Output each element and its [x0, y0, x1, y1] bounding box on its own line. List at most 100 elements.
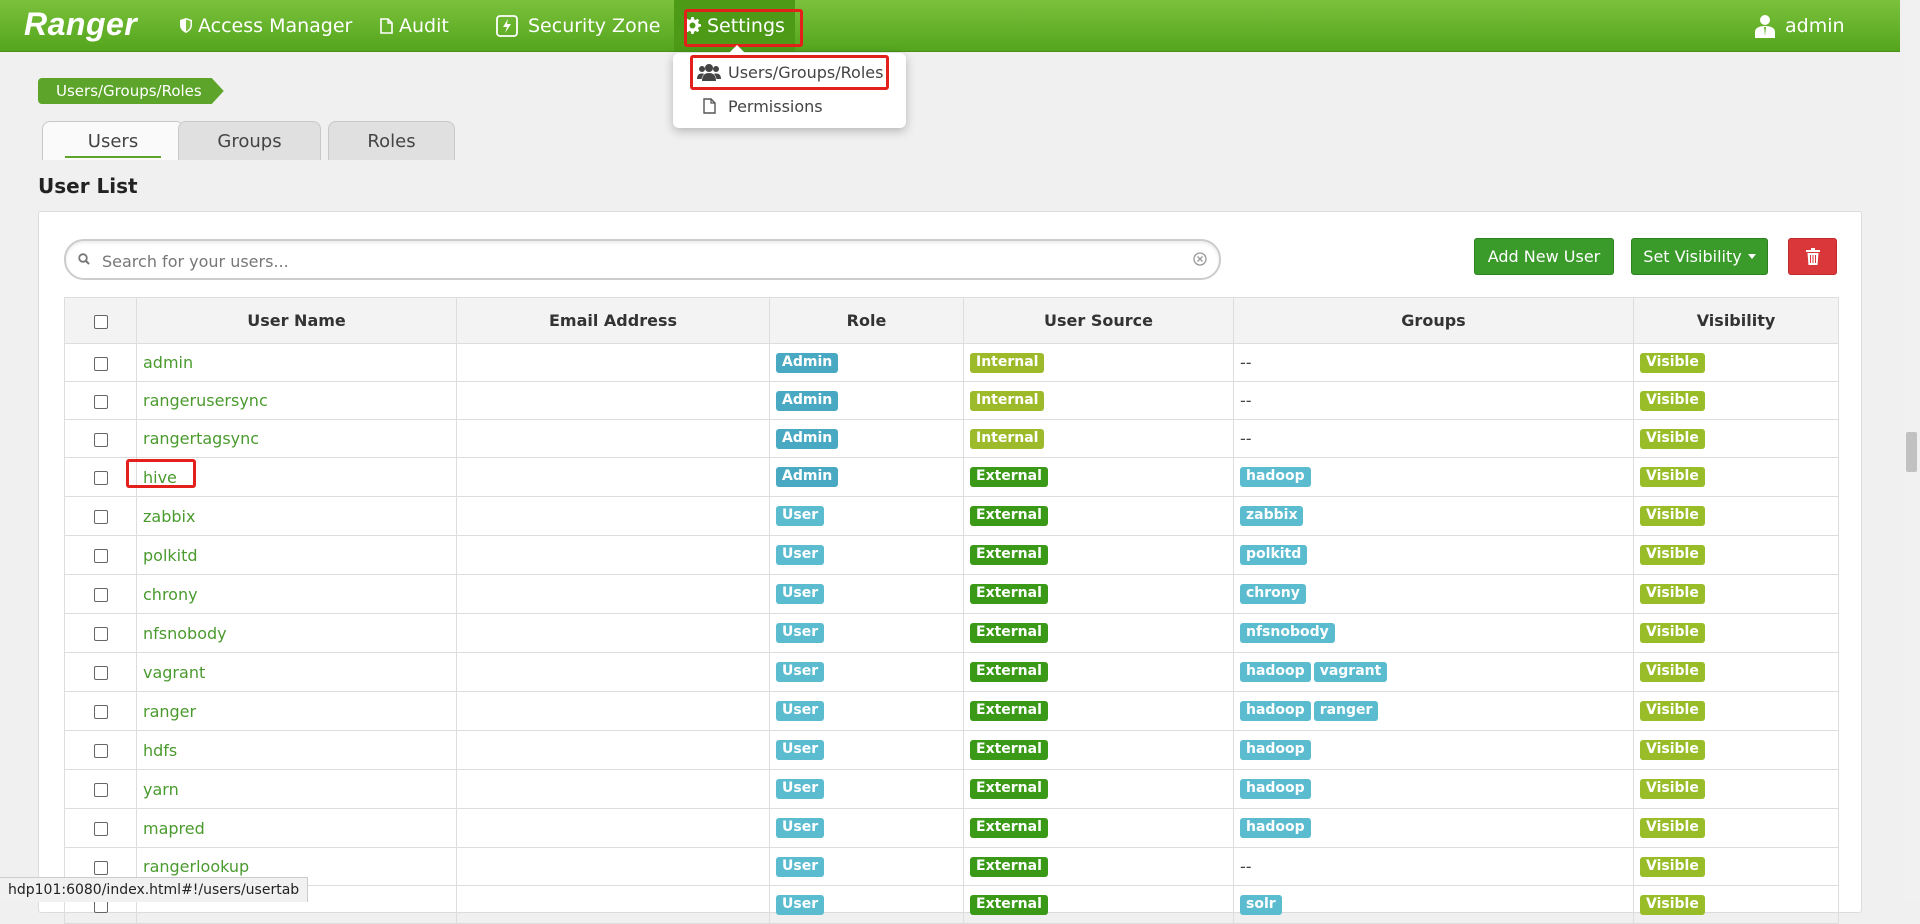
nav-audit[interactable]: Audit: [380, 0, 449, 51]
user-source-cell: External: [963, 769, 1234, 809]
user-name-cell: rangertagsync: [136, 419, 457, 458]
nav-audit-label: Audit: [399, 14, 449, 37]
user-name-link[interactable]: ranger: [143, 702, 196, 721]
table-row: hive Admin External hadoop Visible: [64, 457, 1839, 497]
row-checkbox[interactable]: [93, 588, 108, 602]
user-source-cell: Internal: [963, 381, 1234, 420]
role-cell: User: [769, 652, 964, 692]
user-name-cell: hdfs: [136, 730, 457, 770]
brand-logo[interactable]: Ranger: [24, 6, 137, 43]
user-source-cell: Internal: [963, 343, 1234, 382]
nav-settings[interactable]: Settings: [674, 0, 795, 51]
user-name-link[interactable]: yarn: [143, 780, 179, 799]
email-cell: [456, 847, 770, 886]
user-source-cell: External: [963, 885, 1234, 924]
row-checkbox[interactable]: [93, 627, 108, 641]
tab-groups[interactable]: Groups: [178, 121, 321, 160]
row-checkbox[interactable]: [93, 822, 108, 836]
user-name-link[interactable]: rangerlookup: [143, 857, 249, 876]
user-name-link[interactable]: rangertagsync: [143, 429, 259, 448]
visibility-cell: Visible: [1633, 574, 1839, 614]
row-checkbox[interactable]: [93, 394, 108, 409]
role-cell: User: [769, 613, 964, 653]
row-checkbox[interactable]: [93, 356, 108, 371]
col-header-role[interactable]: Role: [769, 297, 964, 344]
tab-users-label: Users: [87, 130, 139, 152]
row-checkbox[interactable]: [93, 666, 108, 680]
visibility-cell: Visible: [1633, 381, 1839, 420]
user-name-link[interactable]: hive: [143, 468, 177, 487]
row-checkbox[interactable]: [93, 549, 108, 563]
table-row: hdfs User External hadoop Visible: [64, 730, 1839, 770]
tab-users[interactable]: Users: [42, 121, 184, 160]
email-cell: [456, 808, 770, 848]
row-checkbox[interactable]: [93, 860, 108, 875]
user-name-link[interactable]: vagrant: [143, 663, 205, 682]
row-checkbox[interactable]: [93, 744, 108, 758]
groups-cell: hadoop ranger: [1233, 691, 1634, 731]
visibility-cell: Visible: [1633, 535, 1839, 575]
user-name-link[interactable]: mapred: [143, 819, 205, 838]
scrollbar-thumb[interactable]: [1906, 432, 1917, 472]
menu-item-permissions[interactable]: Permissions: [673, 91, 906, 121]
user-name-link[interactable]: polkitd: [143, 546, 198, 565]
role-badge: User: [776, 584, 825, 605]
groups-cell: hadoop vagrant: [1233, 652, 1634, 692]
visibility-badge: Visible: [1640, 390, 1705, 411]
user-source-badge: Internal: [970, 390, 1045, 411]
nav-security-zone[interactable]: Security Zone: [496, 0, 660, 51]
user-name-link[interactable]: rangerusersync: [143, 391, 268, 410]
user-source-badge: External: [970, 856, 1048, 877]
user-name-link[interactable]: chrony: [143, 585, 198, 604]
row-checkbox[interactable]: [93, 471, 108, 485]
user-source-badge: External: [970, 584, 1048, 605]
row-checkbox[interactable]: [93, 510, 108, 524]
table-row: rangerusersync Admin Internal -- Visible: [64, 381, 1839, 420]
user-source-badge: External: [970, 779, 1048, 800]
row-checkbox[interactable]: [93, 783, 108, 797]
role-badge: Admin: [776, 390, 839, 411]
col-header-email[interactable]: Email Address: [456, 297, 770, 344]
search-input[interactable]: [100, 247, 1174, 275]
email-cell: [456, 652, 770, 692]
active-tab-underline: [65, 156, 161, 158]
set-visibility-button[interactable]: Set Visibility: [1631, 238, 1768, 275]
user-menu[interactable]: admin: [1755, 0, 1845, 51]
search-box[interactable]: [64, 239, 1221, 280]
user-name-link[interactable]: hdfs: [143, 741, 177, 760]
user-name-cell: ranger: [136, 691, 457, 731]
row-checkbox[interactable]: [93, 705, 108, 719]
menu-item-permissions-label: Permissions: [728, 96, 823, 116]
breadcrumb[interactable]: Users/Groups/Roles: [38, 78, 224, 104]
col-header-visibility[interactable]: Visibility: [1633, 297, 1839, 344]
page-scrollbar[interactable]: [1903, 0, 1920, 902]
group-badge: chrony: [1240, 584, 1306, 605]
add-new-user-button[interactable]: Add New User: [1474, 238, 1614, 275]
nav-access-manager[interactable]: Access Manager: [180, 0, 352, 51]
row-checkbox[interactable]: [93, 432, 108, 447]
col-header-groups[interactable]: Groups: [1233, 297, 1634, 344]
visibility-badge: Visible: [1640, 779, 1705, 800]
user-source-cell: Internal: [963, 419, 1234, 458]
email-cell: [456, 691, 770, 731]
email-cell: [456, 885, 770, 924]
select-all-checkbox[interactable]: [93, 314, 108, 329]
delete-button[interactable]: [1788, 238, 1837, 275]
col-header-user-source[interactable]: User Source: [963, 297, 1234, 344]
user-source-badge: External: [970, 662, 1048, 683]
user-name-link[interactable]: nfsnobody: [143, 624, 227, 643]
groups-cell: zabbix: [1233, 496, 1634, 536]
role-badge: User: [776, 856, 825, 877]
tab-roles[interactable]: Roles: [328, 121, 455, 160]
group-badge: zabbix: [1240, 506, 1304, 527]
role-badge: Admin: [776, 428, 839, 449]
clear-search-icon[interactable]: [1193, 252, 1207, 266]
email-cell: [456, 457, 770, 497]
col-header-user-name[interactable]: User Name: [136, 297, 457, 344]
menu-item-users-groups-roles[interactable]: Users/Groups/Roles: [673, 57, 906, 87]
user-source-cell: External: [963, 652, 1234, 692]
row-checkbox-cell: [64, 769, 137, 809]
user-name-link[interactable]: zabbix: [143, 507, 195, 526]
user-name-link[interactable]: admin: [143, 353, 193, 372]
row-checkbox-cell: [64, 730, 137, 770]
